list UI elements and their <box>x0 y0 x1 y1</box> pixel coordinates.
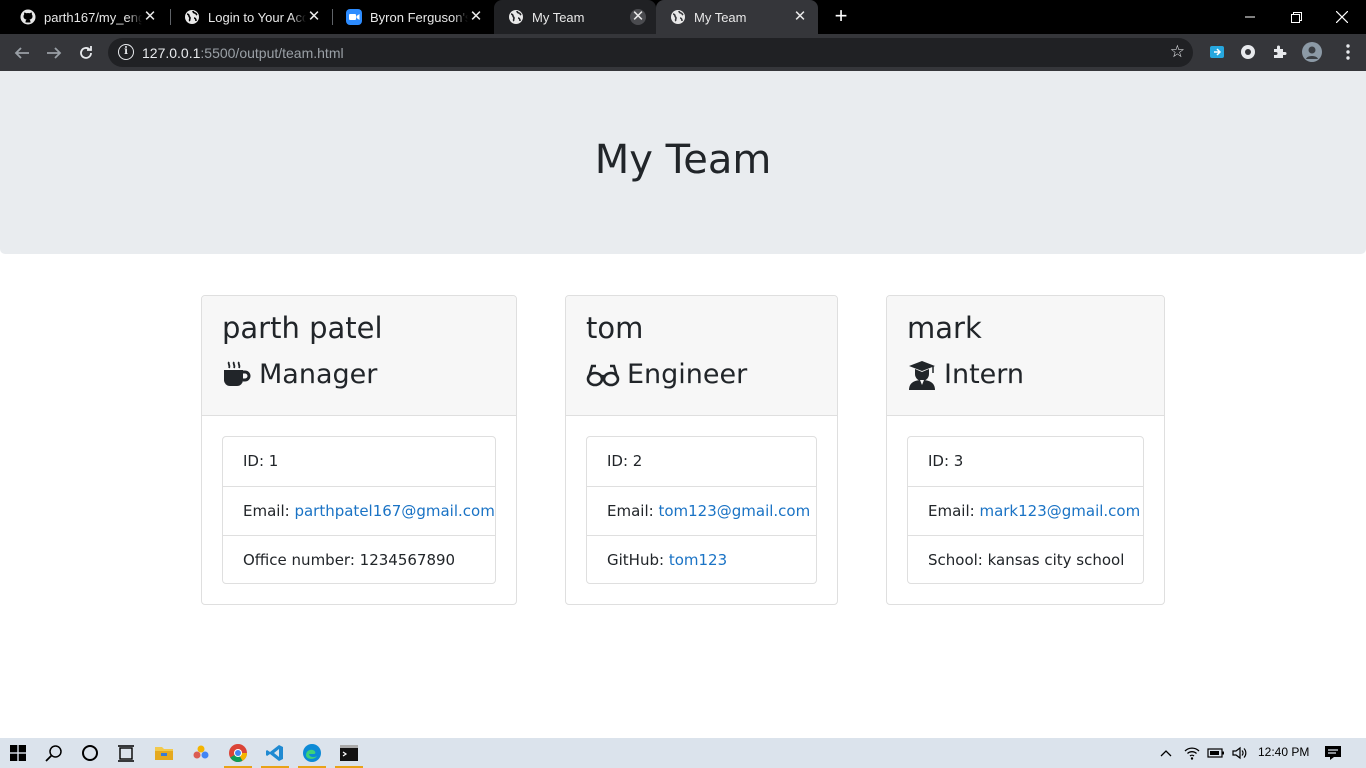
employee-role: Engineer <box>586 359 747 390</box>
graduate-icon <box>907 360 937 390</box>
chevron-up-icon[interactable] <box>1152 738 1180 768</box>
tab-title: parth167/my_engi <box>44 9 142 25</box>
cortana-icon[interactable] <box>72 738 108 768</box>
tab-my-team-1[interactable]: My Team ✕ <box>494 0 656 34</box>
screencast-extension-icon[interactable] <box>1207 42 1227 62</box>
globe-icon <box>670 9 686 25</box>
url-text: 127.0.0.1:5500/output/team.html <box>142 45 344 61</box>
employee-name: parth patel <box>222 311 383 345</box>
school-item: School: kansas city school <box>908 535 1143 584</box>
id-item: ID: 1 <box>243 452 279 470</box>
extensions-puzzle-icon[interactable] <box>1270 42 1290 62</box>
employee-role: Intern <box>907 359 1024 390</box>
role-label: Manager <box>259 359 378 390</box>
office-number-item: Office number: 1234567890 <box>223 535 495 584</box>
role-label: Engineer <box>627 359 748 390</box>
file-explorer-icon[interactable] <box>146 738 182 768</box>
employee-role: Manager <box>222 359 377 390</box>
role-label: Intern <box>944 359 1025 390</box>
email-link[interactable]: mark123@gmail.com <box>979 502 1140 520</box>
tab-login[interactable]: Login to Your Acco ✕ <box>170 0 332 34</box>
email-link[interactable]: parthpatel167@gmail.com <box>294 502 494 520</box>
id-item: ID: 3 <box>928 452 964 470</box>
tab-title: Byron Ferguson's I <box>370 9 468 25</box>
terminal-icon[interactable] <box>331 738 367 768</box>
kebab-menu-icon[interactable] <box>1338 42 1358 62</box>
employee-name: mark <box>907 311 982 345</box>
employee-card-engineer: tom Engineer ID: 2 Email: tom123@gmail.c… <box>565 295 838 605</box>
card-header: mark Intern <box>887 296 1164 416</box>
windows-taskbar: 12:40 PM <box>0 738 1366 768</box>
vscode-icon[interactable] <box>257 738 293 768</box>
card-header: parth patel Manager <box>202 296 516 416</box>
page-content: My Team parth patel Manager ID: 1 Email:… <box>0 71 1366 738</box>
new-tab-button[interactable]: + <box>829 5 853 29</box>
wifi-icon[interactable] <box>1180 738 1204 768</box>
github-icon <box>20 9 36 25</box>
coffee-mug-icon <box>222 360 252 390</box>
globe-icon <box>184 9 200 25</box>
chrome-icon[interactable] <box>220 738 256 768</box>
clock-time[interactable]: 12:40 PM <box>1258 745 1309 759</box>
details-list: ID: 3 Email: mark123@gmail.com School: k… <box>907 436 1144 584</box>
browser-toolbar: i 127.0.0.1:5500/output/team.html ☆ <box>0 34 1366 71</box>
employee-name: tom <box>586 311 644 345</box>
browser-chrome: parth167/my_engi ✕ Login to Your Acco ✕ … <box>0 0 1366 71</box>
profile-avatar[interactable] <box>1302 42 1322 62</box>
close-tab-icon[interactable]: ✕ <box>630 9 646 25</box>
email-item: Email: tom123@gmail.com <box>587 486 816 535</box>
github-link[interactable]: tom123 <box>669 551 727 569</box>
email-link[interactable]: tom123@gmail.com <box>658 502 810 520</box>
minimize-button[interactable] <box>1227 0 1273 34</box>
details-list: ID: 1 Email: parthpatel167@gmail.com Off… <box>222 436 496 584</box>
restore-button[interactable] <box>1273 0 1319 34</box>
address-bar[interactable]: i 127.0.0.1:5500/output/team.html ☆ <box>108 38 1193 67</box>
card-header: tom Engineer <box>566 296 837 416</box>
email-item: Email: parthpatel167@gmail.com <box>223 486 495 535</box>
tab-title: My Team <box>532 9 585 25</box>
back-button[interactable] <box>9 40 35 66</box>
notifications-icon[interactable] <box>1316 738 1350 768</box>
globe-icon <box>508 9 524 25</box>
tab-title: Login to Your Acco <box>208 9 306 25</box>
volume-icon[interactable] <box>1228 738 1252 768</box>
circle-extension-icon[interactable] <box>1238 42 1258 62</box>
task-view-icon[interactable] <box>108 738 144 768</box>
glasses-icon <box>586 360 620 390</box>
page-title: My Team <box>594 137 772 183</box>
zoom-icon <box>346 9 362 25</box>
search-icon[interactable] <box>36 738 72 768</box>
close-tab-icon[interactable]: ✕ <box>792 9 808 25</box>
close-tab-icon[interactable]: ✕ <box>142 9 158 25</box>
tab-my-team-2[interactable]: My Team ✕ <box>656 0 818 34</box>
details-list: ID: 2 Email: tom123@gmail.com GitHub: to… <box>586 436 817 584</box>
pinwheel-app-icon[interactable] <box>183 738 219 768</box>
forward-button[interactable] <box>41 40 67 66</box>
tab-zoom[interactable]: Byron Ferguson's I ✕ <box>332 0 494 34</box>
edge-icon[interactable] <box>294 738 330 768</box>
close-tab-icon[interactable]: ✕ <box>468 9 484 25</box>
battery-icon[interactable] <box>1204 738 1228 768</box>
email-item: Email: mark123@gmail.com <box>908 486 1143 535</box>
id-item: ID: 2 <box>607 452 643 470</box>
reload-button[interactable] <box>73 40 99 66</box>
info-icon[interactable]: i <box>118 44 134 60</box>
close-tab-icon[interactable]: ✕ <box>306 9 322 25</box>
employee-card-intern: mark Intern ID: 3 Email: mark123@gmail.c… <box>886 295 1165 605</box>
github-item: GitHub: tom123 <box>587 535 816 584</box>
jumbotron-header: My Team <box>0 71 1366 254</box>
employee-card-manager: parth patel Manager ID: 1 Email: parthpa… <box>201 295 517 605</box>
tab-title: My Team <box>694 9 747 25</box>
close-window-button[interactable] <box>1319 0 1365 34</box>
tab-strip: parth167/my_engi ✕ Login to Your Acco ✕ … <box>0 0 1366 34</box>
tab-github[interactable]: parth167/my_engi ✕ <box>6 0 168 34</box>
bookmark-star-icon[interactable]: ☆ <box>1170 42 1185 62</box>
windows-start-icon[interactable] <box>0 738 36 768</box>
